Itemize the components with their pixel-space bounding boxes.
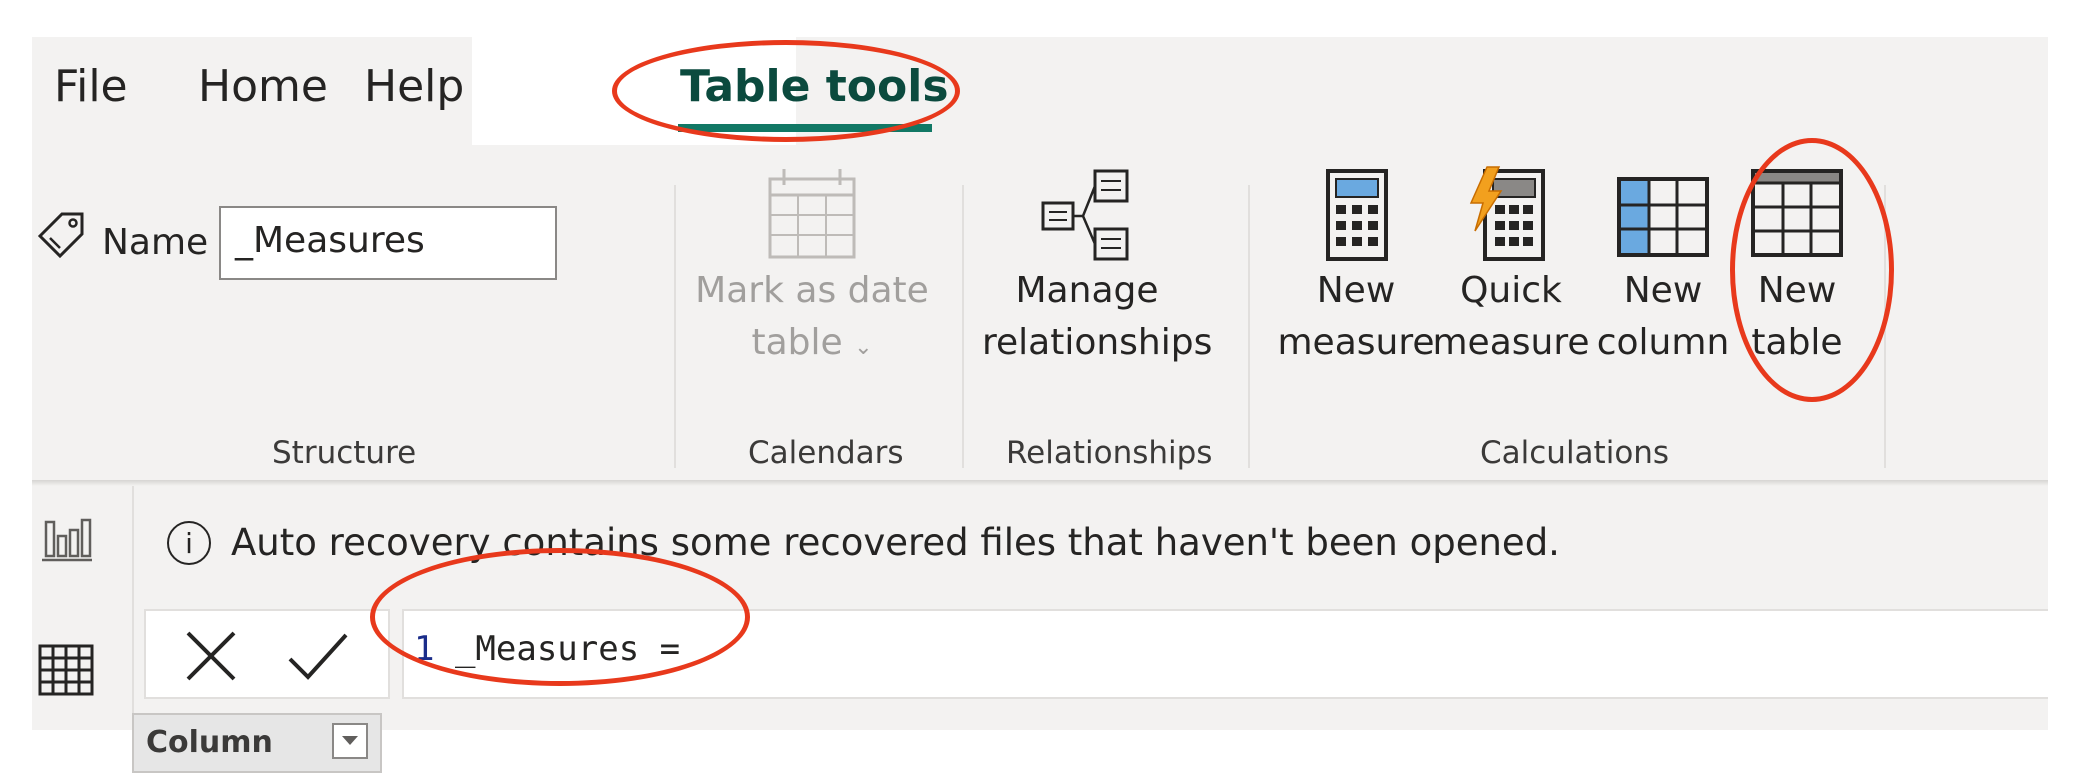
- info-icon: i: [167, 520, 211, 565]
- name-label: Name: [102, 222, 209, 263]
- data-view-icon[interactable]: [38, 644, 94, 700]
- table-name-input[interactable]: _Measures: [219, 206, 557, 280]
- mark-as-date-table-button[interactable]: Mark as date table ⌄: [692, 165, 932, 374]
- group-divider: [674, 185, 676, 468]
- group-label-structure: Structure: [272, 435, 417, 471]
- new-measure-button[interactable]: New measure: [1276, 165, 1436, 369]
- filter-dropdown-button[interactable]: [332, 723, 368, 759]
- active-tab-indicator: [678, 124, 932, 132]
- column-header-label: Column: [146, 725, 273, 760]
- table-icon: [1732, 165, 1862, 265]
- quick-measure-label-line2: measure: [1432, 322, 1590, 363]
- cancel-icon[interactable]: [184, 629, 238, 687]
- notification-text: Auto recovery contains some recovered fi…: [231, 521, 1560, 564]
- formula-code: 1 _Measures =: [414, 629, 680, 669]
- report-view-icon[interactable]: [42, 516, 92, 566]
- formula-commit-buttons: [144, 609, 390, 699]
- tab-home[interactable]: Home: [198, 61, 328, 112]
- new-table-label-line1: New: [1757, 270, 1837, 311]
- formula-bar-input[interactable]: 1 _Measures =: [402, 609, 2048, 699]
- group-label-relationships: Relationships: [1006, 435, 1213, 471]
- line-number: 1: [414, 629, 435, 669]
- manage-label-line2: relationships: [982, 322, 1213, 363]
- ribbon-shadow: [32, 480, 2048, 486]
- column-icon: [1588, 165, 1738, 265]
- group-divider: [962, 185, 964, 468]
- quick-measure-icon: [1430, 165, 1592, 265]
- ribbon-tab-bar: File Home Help Table tools: [32, 37, 2048, 145]
- ribbon-panel: Name _Measures Structure Mark as date ta…: [32, 145, 2048, 480]
- group-label-calendars: Calendars: [748, 435, 904, 471]
- group-label-calculations: Calculations: [1480, 435, 1670, 471]
- formula-text: _Measures =: [434, 629, 681, 669]
- view-switcher-rail: [32, 486, 134, 730]
- chevron-down-icon: ⌄: [854, 335, 873, 360]
- new-column-button[interactable]: New column: [1588, 165, 1738, 369]
- new-table-button[interactable]: New table: [1732, 165, 1862, 369]
- tab-table-tools[interactable]: Table tools: [680, 61, 949, 112]
- mark-as-date-label-line1: Mark as date: [695, 270, 929, 311]
- commit-check-icon[interactable]: [286, 629, 350, 687]
- quick-measure-label-line1: Quick: [1460, 270, 1562, 311]
- tab-help[interactable]: Help: [364, 61, 464, 112]
- manage-relationships-button[interactable]: Manage relationships: [982, 165, 1213, 369]
- calculator-icon: [1276, 165, 1436, 265]
- group-divider: [1884, 185, 1886, 468]
- new-table-label-line2: table: [1751, 322, 1843, 363]
- tab-file[interactable]: File: [54, 61, 128, 112]
- tag-icon: [36, 210, 88, 266]
- new-measure-label-line1: New: [1316, 270, 1396, 311]
- group-divider: [1248, 185, 1250, 468]
- manage-label-line1: Manage: [1015, 270, 1159, 311]
- power-bi-window: File Home Help Table tools Name _Measure…: [32, 37, 2048, 773]
- column-header[interactable]: Column: [132, 713, 382, 773]
- quick-measure-button[interactable]: Quick measure: [1430, 165, 1592, 369]
- new-column-label-line1: New: [1623, 270, 1703, 311]
- new-measure-label-line2: measure: [1277, 322, 1435, 363]
- relationships-icon: [982, 165, 1192, 265]
- mark-as-date-label-line2: table ⌄: [751, 322, 873, 363]
- new-column-label-line2: column: [1596, 322, 1730, 363]
- auto-recovery-notification: i Auto recovery contains some recovered f…: [167, 519, 1560, 565]
- calendar-table-icon: [692, 165, 932, 265]
